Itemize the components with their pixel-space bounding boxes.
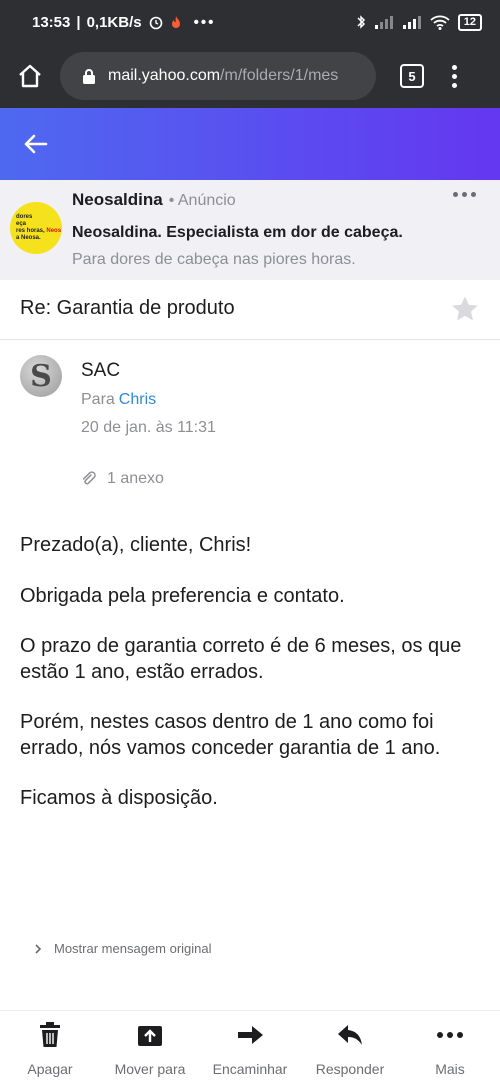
body-paragraph: Obrigada pela preferencia e contato. xyxy=(20,585,345,607)
status-bar: 13:53 | 0,1KB/s ••• 12 xyxy=(0,0,500,44)
more-notifications-icon: ••• xyxy=(193,13,216,31)
attachments-link[interactable]: 1 anexo xyxy=(81,470,164,488)
wifi-icon xyxy=(430,15,450,30)
message-body: Prezado(a), cliente, Chris! Obrigada pel… xyxy=(20,532,482,835)
battery-indicator: 12 xyxy=(457,13,482,31)
more-icon xyxy=(437,1032,463,1038)
signal-icon-2 xyxy=(402,16,421,29)
reply-icon xyxy=(338,1025,362,1045)
sponsored-ad[interactable]: dores eça res horas, Neos a Neosa. Neosa… xyxy=(0,180,500,280)
recipient-row: Para Chris xyxy=(81,391,156,409)
tab-switcher-button[interactable]: 5 xyxy=(400,64,424,88)
signal-icon-1 xyxy=(374,16,393,29)
sender-avatar[interactable]: S xyxy=(20,355,62,397)
body-paragraph: O prazo de garantia correto é de 6 meses… xyxy=(20,635,462,683)
reply-button[interactable]: Responder xyxy=(300,1011,400,1082)
to-label: Para xyxy=(81,391,115,408)
ad-label: • Anúncio xyxy=(168,192,236,209)
ad-more-button[interactable] xyxy=(453,192,476,197)
ad-title: Neosaldina • Anúncio xyxy=(72,190,236,210)
star-icon xyxy=(452,296,478,321)
show-original-label: Mostrar mensagem original xyxy=(54,941,212,956)
ad-headline: Neosaldina. Especialista em dor de cabeç… xyxy=(72,224,403,241)
sender-name[interactable]: SAC xyxy=(81,360,120,382)
delete-button[interactable]: Apagar xyxy=(0,1011,100,1082)
subject-row: Re: Garantia de produto xyxy=(0,280,500,340)
forward-label: Encaminhar xyxy=(212,1061,288,1077)
browser-menu-button[interactable] xyxy=(452,64,457,88)
move-button[interactable]: Mover para xyxy=(100,1011,200,1082)
ad-logo: dores eça res horas, Neos a Neosa. xyxy=(10,202,62,254)
home-button[interactable] xyxy=(0,44,60,108)
home-icon xyxy=(19,64,41,88)
move-to-folder-icon xyxy=(138,1026,162,1046)
url-domain: mail.yahoo.com xyxy=(108,67,221,84)
message-date: 20 de jan. às 11:31 xyxy=(81,419,216,436)
move-label: Mover para xyxy=(114,1061,186,1077)
ad-brand: Neosaldina xyxy=(72,190,163,209)
star-button[interactable] xyxy=(450,294,480,329)
recipient-link[interactable]: Chris xyxy=(119,391,156,408)
forward-button[interactable]: Encaminhar xyxy=(200,1011,300,1082)
body-paragraph: Prezado(a), cliente, Chris! xyxy=(20,534,252,556)
body-paragraph: Porém, nestes casos dentro de 1 ano como… xyxy=(20,711,441,759)
reply-label: Responder xyxy=(315,1061,385,1077)
message-subject: Re: Garantia de produto xyxy=(20,297,235,319)
more-label: Mais xyxy=(435,1061,465,1077)
trash-icon xyxy=(40,1022,60,1047)
browser-toolbar: mail.yahoo.com/m/folders/1/mes 5 xyxy=(0,44,500,108)
show-original-link[interactable]: Mostrar mensagem original xyxy=(34,941,212,956)
paperclip-icon xyxy=(82,471,96,485)
chevron-right-icon xyxy=(35,943,42,954)
network-speed: 0,1KB/s xyxy=(86,13,142,31)
action-bar: Apagar Mover para Encaminhar Responder M… xyxy=(0,1010,500,1082)
forward-icon xyxy=(238,1026,263,1044)
back-button[interactable] xyxy=(22,132,50,156)
ad-description: Para dores de cabeça nas piores horas. xyxy=(72,251,356,268)
alarm-icon xyxy=(149,16,162,30)
status-time: 13:53 xyxy=(32,13,71,31)
back-arrow-icon xyxy=(24,134,48,154)
delete-label: Apagar xyxy=(27,1061,73,1077)
app-header xyxy=(0,108,500,180)
more-button[interactable]: Mais xyxy=(400,1011,500,1082)
attachments-count: 1 anexo xyxy=(107,470,164,487)
url-bar[interactable]: mail.yahoo.com/m/folders/1/mes xyxy=(60,52,376,100)
bluetooth-icon xyxy=(357,15,365,29)
lock-icon xyxy=(83,68,95,84)
flame-icon xyxy=(171,16,180,28)
body-paragraph: Ficamos à disposição. xyxy=(20,787,218,809)
url-path: /m/folders/1/mes xyxy=(220,67,339,84)
